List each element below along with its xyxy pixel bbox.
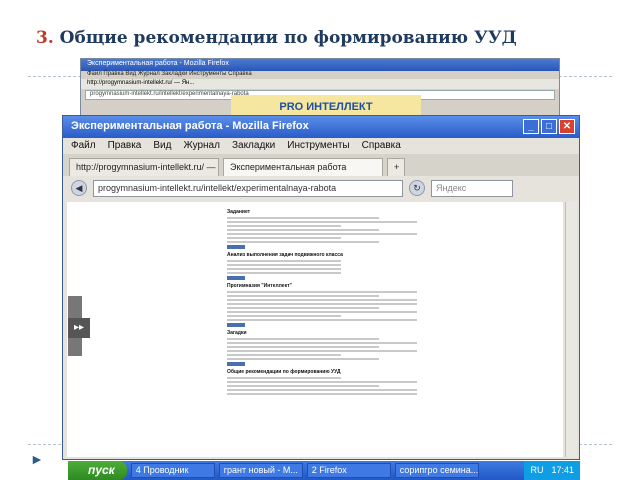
bg-window-title: Экспериментальная работа - Mozilla Firef… — [81, 59, 559, 71]
read-more-button[interactable] — [227, 245, 245, 249]
bg-window-tab: http://progymnasium-intellekt.ru/ — Ян..… — [81, 79, 559, 89]
page-viewport: Заданиет Анализ выполнения задач подвижн… — [67, 202, 563, 457]
maximize-button[interactable]: □ — [541, 119, 557, 134]
reload-icon[interactable]: ↻ — [409, 180, 425, 196]
menu-help[interactable]: Справка — [362, 140, 401, 152]
menu-edit[interactable]: Правка — [108, 140, 142, 152]
clock: 17:41 — [551, 465, 574, 475]
content-heading-1: Заданиет — [227, 209, 251, 215]
content-heading-4: Загадки — [227, 330, 247, 336]
minimize-button[interactable]: _ — [523, 119, 539, 134]
start-button[interactable]: пуск — [68, 461, 127, 480]
menu-view[interactable]: Вид — [153, 140, 171, 152]
slide-title: 3. Общие рекомендации по формированию УУ… — [36, 28, 517, 48]
content-heading-2: Анализ выполнения задач подвижного класс… — [227, 252, 343, 258]
system-tray: RU 17:41 — [524, 461, 580, 480]
url-bar[interactable]: progymnasium-intellekt.ru/intellekt/expe… — [93, 179, 403, 197]
search-input[interactable]: Яндекс — [431, 179, 513, 197]
window-title: Экспериментальная работа - Mozilla Firef… — [71, 120, 309, 132]
back-button-icon[interactable]: ◀ — [71, 180, 87, 196]
tab-experimental-work[interactable]: Экспериментальная работа — [223, 158, 383, 176]
window-titlebar: Экспериментальная работа - Mozilla Firef… — [63, 116, 579, 138]
task-firefox[interactable]: 2 Firefox — [306, 463, 391, 478]
read-more-button[interactable] — [227, 362, 245, 366]
firefox-window: Экспериментальная работа - Mozilla Firef… — [62, 115, 580, 460]
new-tab-button[interactable]: + — [387, 158, 405, 176]
vertical-scrollbar[interactable] — [565, 202, 577, 457]
content-heading-5: Общие рекомендации по формированию УУД — [227, 369, 341, 375]
page-content: Заданиет Анализ выполнения задач подвижн… — [227, 206, 417, 397]
task-word[interactable]: грант новый - М... — [218, 463, 303, 478]
slide-title-text: Общие рекомендации по формированию УУД — [59, 28, 517, 48]
slide-number: 3. — [36, 28, 54, 48]
read-more-button[interactable] — [227, 323, 245, 327]
tab-yandex[interactable]: http://progymnasium-intellekt.ru/ — Янд.… — [69, 158, 219, 176]
task-presentation[interactable]: сорипгро семина... — [394, 463, 479, 478]
bg-window-menu: Файл Правка Вид Журнал Закладки Инструме… — [87, 71, 252, 77]
content-heading-3: Прогимназия "Интеллект" — [227, 283, 292, 289]
menu-bookmarks[interactable]: Закладки — [232, 140, 275, 152]
menu-file[interactable]: Файл — [71, 140, 96, 152]
menu-tools[interactable]: Инструменты — [287, 140, 349, 152]
task-explorer[interactable]: 4 Проводник — [130, 463, 215, 478]
read-more-button[interactable] — [227, 276, 245, 280]
navigation-bar: ◀ progymnasium-intellekt.ru/intellekt/ex… — [63, 176, 579, 200]
background-browser-window: Экспериментальная работа - Mozilla Firef… — [80, 58, 560, 120]
close-button[interactable]: ✕ — [559, 119, 575, 134]
tab-strip: http://progymnasium-intellekt.ru/ — Янд.… — [63, 154, 579, 176]
bullet-arrow-icon: ► — [30, 451, 44, 467]
expand-panel-icon[interactable]: ▸▸ — [68, 318, 90, 338]
language-indicator[interactable]: RU — [530, 465, 543, 476]
menu-history[interactable]: Журнал — [183, 140, 220, 152]
taskbar: пуск 4 Проводник грант новый - М... 2 Fi… — [68, 461, 580, 480]
menu-bar: Файл Правка Вид Журнал Закладки Инструме… — [63, 138, 579, 154]
